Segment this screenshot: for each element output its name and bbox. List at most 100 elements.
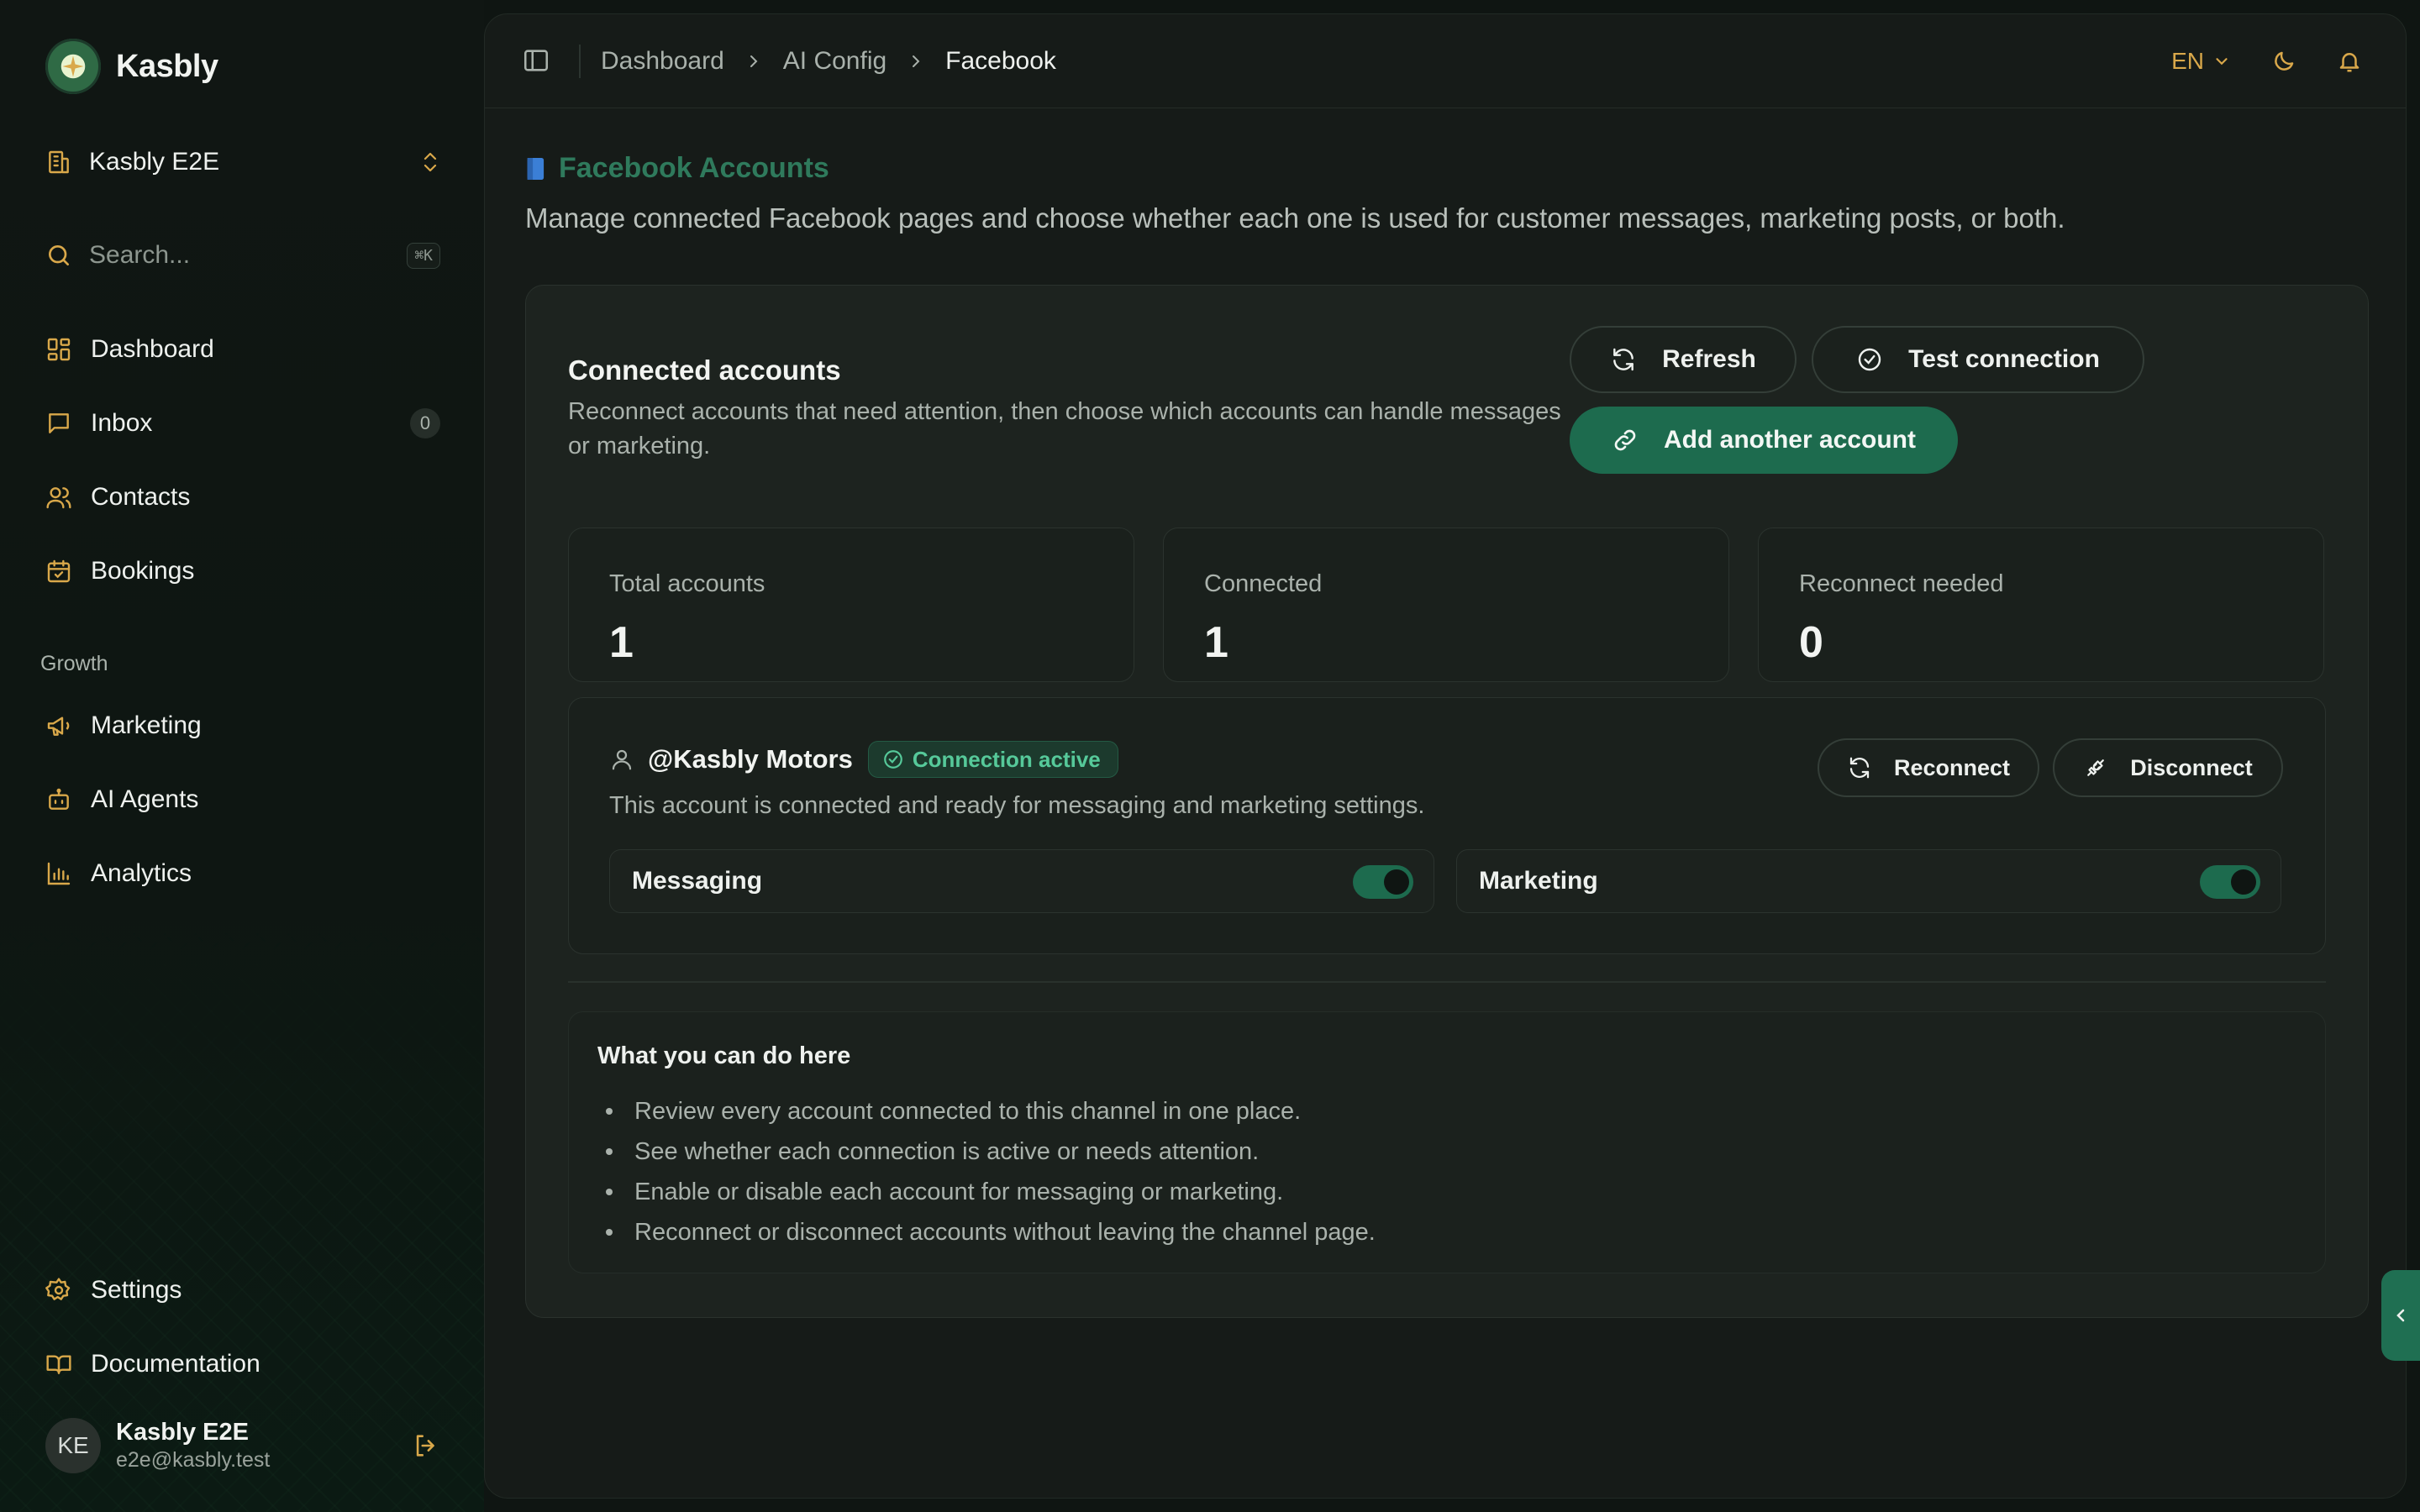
book-icon [45, 1351, 72, 1378]
sidebar-item-settings[interactable]: Settings [45, 1253, 440, 1327]
breadcrumb-dashboard[interactable]: Dashboard [601, 47, 724, 76]
section-divider [568, 981, 2326, 983]
refresh-label: Refresh [1662, 345, 1756, 373]
sidebar-item-ai-agents[interactable]: AI Agents [45, 763, 440, 837]
search-input[interactable]: Search... [89, 241, 407, 270]
main-nav: Dashboard Inbox 0 Contacts Bookings [45, 312, 440, 608]
workspace-switcher[interactable]: Kasbly E2E [45, 141, 440, 183]
list-item: Review every account connected to this c… [597, 1091, 1376, 1131]
breadcrumb-facebook: Facebook [945, 47, 1056, 75]
unplug-icon [2083, 755, 2108, 780]
search-box[interactable]: Search... ⌘K [45, 237, 440, 274]
refresh-icon [1610, 346, 1637, 373]
sidebar-item-analytics[interactable]: Analytics [45, 837, 440, 911]
bot-icon [45, 786, 72, 813]
marketing-toggle[interactable] [2200, 865, 2260, 899]
sidebar-toggle-icon[interactable] [522, 46, 550, 75]
stat-label: Connected [1204, 570, 1323, 597]
stat-label: Total accounts [609, 570, 765, 597]
toggle-label: Messaging [632, 867, 763, 895]
sidebar-item-bookings[interactable]: Bookings [45, 534, 440, 608]
side-panel-toggle[interactable] [2381, 1270, 2420, 1361]
test-connection-button[interactable]: Test connection [1812, 326, 2144, 393]
topbar-divider [579, 45, 581, 78]
reconnect-label: Reconnect [1893, 754, 2011, 780]
contacts-icon [45, 484, 72, 511]
breadcrumb-ai-config[interactable]: AI Config [783, 47, 886, 76]
sidebar-item-label: AI Agents [91, 785, 199, 813]
list-item: Enable or disable each account for messa… [597, 1172, 1376, 1212]
test-connection-label: Test connection [1908, 345, 2100, 373]
list-item: Reconnect or disconnect accounts without… [597, 1212, 1376, 1252]
sidebar-item-documentation[interactable]: Documentation [45, 1327, 440, 1401]
check-circle-icon [1856, 346, 1883, 373]
sidebar-item-label: Bookings [91, 557, 195, 585]
search-shortcut-hint: ⌘K [407, 242, 440, 269]
account-description: This account is connected and ready for … [609, 792, 1425, 819]
reconnect-button[interactable]: Reconnect [1818, 738, 2039, 797]
brand[interactable]: Kasbly [45, 39, 218, 94]
workspace-name: Kasbly E2E [89, 148, 220, 176]
add-account-label: Add another account [1663, 426, 1916, 454]
card-description: Reconnect accounts that need attention, … [568, 398, 1561, 459]
disconnect-label: Disconnect [2130, 754, 2253, 780]
toggle-knob [2231, 869, 2256, 895]
growth-nav: Marketing AI Agents Analytics [45, 689, 440, 911]
nav-section-growth: Growth [40, 652, 108, 675]
building-icon [45, 149, 72, 176]
stat-value: 1 [609, 618, 634, 667]
status-badge: Connection active [867, 741, 1118, 778]
stat-connected: Connected 1 [1163, 528, 1729, 682]
moon-icon[interactable] [2271, 49, 2296, 74]
brand-name: Kasbly [116, 48, 218, 84]
stat-label: Reconnect needed [1799, 570, 2004, 597]
search-icon [45, 242, 72, 269]
topbar: Dashboard AI Config Facebook EN [485, 14, 2406, 108]
messaging-toggle[interactable] [1353, 865, 1413, 899]
user-profile[interactable]: KE Kasbly E2E e2e@kasbly.test [45, 1416, 440, 1475]
marketing-toggle-row: Marketing [1456, 849, 2281, 913]
sidebar-item-label: Dashboard [91, 335, 214, 363]
sidebar-item-label: Contacts [91, 483, 191, 511]
help-list: Review every account connected to this c… [597, 1091, 1376, 1252]
sidebar-item-label: Analytics [91, 859, 192, 887]
account-row: @Kasbly Motors Connection active This ac… [568, 697, 2326, 954]
chevron-right-icon [746, 51, 761, 71]
book-icon [525, 155, 547, 182]
status-badge-label: Connection active [912, 746, 1101, 772]
messaging-toggle-row: Messaging [609, 849, 1434, 913]
check-circle-icon [882, 748, 904, 770]
bottom-nav: Settings Documentation [45, 1253, 440, 1401]
sidebar-item-inbox[interactable]: Inbox 0 [45, 386, 440, 460]
sidebar-item-dashboard[interactable]: Dashboard [45, 312, 440, 386]
list-item: See whether each connection is active or… [597, 1131, 1376, 1172]
calendar-icon [45, 558, 72, 585]
toggle-label: Marketing [1479, 867, 1598, 895]
user-name: Kasbly E2E [116, 1419, 249, 1446]
disconnect-button[interactable]: Disconnect [2053, 738, 2283, 797]
account-name: @Kasbly Motors [648, 744, 853, 774]
language-selector[interactable]: EN [2171, 48, 2231, 75]
connected-accounts-card: Connected accounts Reconnect accounts th… [525, 285, 2369, 1318]
megaphone-icon [45, 712, 72, 739]
user-icon [609, 747, 634, 772]
sidebar-item-label: Documentation [91, 1350, 260, 1378]
inbox-icon [45, 410, 72, 437]
inbox-count-badge: 0 [410, 408, 440, 438]
add-account-button[interactable]: Add another account [1570, 407, 1958, 474]
sidebar-item-contacts[interactable]: Contacts [45, 460, 440, 534]
help-title: What you can do here [597, 1042, 851, 1069]
main-panel: Dashboard AI Config Facebook EN Facebook… [484, 13, 2407, 1499]
stat-reconnect-needed: Reconnect needed 0 [1758, 528, 2324, 682]
page-title: Facebook Accounts [525, 152, 829, 185]
refresh-button[interactable]: Refresh [1570, 326, 1797, 393]
chevron-down-icon [2212, 52, 2231, 71]
bell-icon[interactable] [2337, 49, 2362, 74]
stat-total-accounts: Total accounts 1 [568, 528, 1134, 682]
user-email: e2e@kasbly.test [116, 1448, 271, 1472]
sidebar: Kasbly Kasbly E2E Search... ⌘K Dashboard… [0, 0, 484, 1512]
logout-icon[interactable] [412, 1431, 440, 1460]
card-title: Connected accounts [568, 354, 841, 386]
sidebar-item-marketing[interactable]: Marketing [45, 689, 440, 763]
toggle-knob [1384, 869, 1409, 895]
